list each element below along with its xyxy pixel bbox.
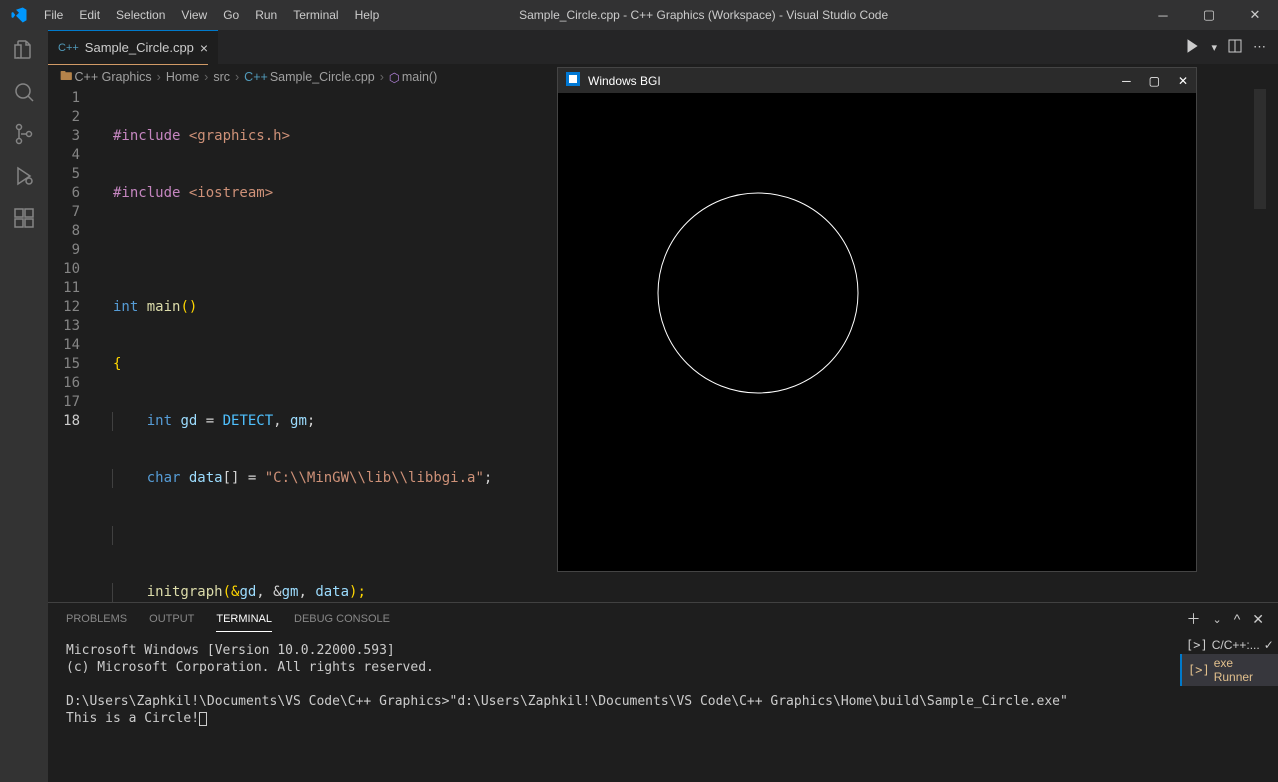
terminal-item-label: C/C++:...: [1212, 638, 1260, 652]
bgi-minimize-button[interactable]: ─: [1122, 74, 1131, 88]
function-icon: ⬡: [389, 70, 400, 85]
menu-selection[interactable]: Selection: [108, 8, 173, 22]
panel-maximize-icon[interactable]: ^: [1234, 611, 1241, 627]
run-play-icon[interactable]: [1183, 37, 1201, 58]
terminal-output[interactable]: Microsoft Windows [Version 10.0.22000.59…: [48, 636, 1278, 733]
window-close-button[interactable]: ✕: [1232, 0, 1278, 30]
tab-close-icon[interactable]: ×: [200, 40, 208, 56]
terminal-item-label: exe Runner: [1214, 656, 1272, 684]
panel-tabs: PROBLEMS OUTPUT TERMINAL DEBUG CONSOLE ＋…: [48, 603, 1278, 636]
breadcrumb-item[interactable]: C++ Graphics: [75, 70, 152, 84]
extensions-icon[interactable]: [12, 206, 36, 230]
cpp-file-icon: C++: [244, 70, 268, 84]
drawn-circle: [658, 193, 858, 393]
terminal-dropdown-icon[interactable]: ⌄: [1212, 613, 1221, 626]
folder-icon: 🖿: [60, 67, 73, 88]
terminal-item-cpp[interactable]: [>] C/C++:... ✓: [1180, 636, 1278, 654]
tab-sample-circle[interactable]: C++ Sample_Circle.cpp ×: [48, 30, 218, 64]
search-icon[interactable]: [12, 80, 36, 104]
explorer-icon[interactable]: [12, 38, 36, 62]
menu-edit[interactable]: Edit: [71, 8, 108, 22]
terminal-shell-icon: [>]: [1188, 663, 1210, 677]
bottom-panel: PROBLEMS OUTPUT TERMINAL DEBUG CONSOLE ＋…: [48, 602, 1278, 782]
activity-bar: [0, 30, 48, 782]
bgi-maximize-button[interactable]: ▢: [1149, 74, 1160, 88]
line-numbers: 123456789101112131415161718: [48, 89, 98, 431]
breadcrumb-item[interactable]: main(): [402, 70, 437, 84]
more-actions-icon[interactable]: ⋯: [1253, 39, 1266, 55]
menu-view[interactable]: View: [173, 8, 215, 22]
run-debug-icon[interactable]: [12, 164, 36, 188]
minimap-slider[interactable]: [1254, 89, 1266, 209]
check-icon: ✓: [1264, 638, 1274, 652]
breadcrumb-item[interactable]: Home: [166, 70, 199, 84]
bgi-app-icon: [566, 72, 580, 89]
bgi-window[interactable]: Windows BGI ─ ▢ ✕: [557, 67, 1197, 572]
terminal-item-exe-runner[interactable]: [>] exe Runner: [1180, 654, 1278, 686]
cpp-file-icon: C++: [58, 42, 79, 54]
titlebar: File Edit Selection View Go Run Terminal…: [0, 0, 1278, 30]
menu-file[interactable]: File: [36, 8, 71, 22]
bgi-titlebar[interactable]: Windows BGI ─ ▢ ✕: [558, 68, 1196, 93]
editor-tabs: C++ Sample_Circle.cpp × ▾ ⋯: [48, 30, 1278, 65]
breadcrumb-item[interactable]: Sample_Circle.cpp: [270, 70, 375, 84]
tab-label: Sample_Circle.cpp: [85, 40, 194, 55]
tab-output[interactable]: OUTPUT: [149, 613, 194, 625]
terminal-list: [>] C/C++:... ✓ [>] exe Runner: [1180, 636, 1278, 686]
tab-problems[interactable]: PROBLEMS: [66, 613, 127, 625]
bgi-close-button[interactable]: ✕: [1178, 74, 1188, 88]
minimap[interactable]: [1258, 89, 1266, 429]
window-maximize-button[interactable]: ▢: [1186, 0, 1232, 30]
window-minimize-button[interactable]: ─: [1140, 0, 1186, 30]
run-dropdown-icon[interactable]: ▾: [1211, 41, 1217, 54]
menu-go[interactable]: Go: [215, 8, 247, 22]
tab-debug-console[interactable]: DEBUG CONSOLE: [294, 613, 390, 625]
terminal-shell-icon: [>]: [1186, 638, 1208, 652]
terminal-cursor: [199, 712, 207, 726]
new-terminal-icon[interactable]: ＋: [1186, 609, 1200, 629]
split-editor-icon[interactable]: [1227, 38, 1243, 57]
breadcrumbs[interactable]: 🖿 C++ Graphics › Home › src › C++ Sample…: [60, 65, 437, 89]
bgi-title-label: Windows BGI: [588, 74, 661, 88]
source-control-icon[interactable]: [12, 122, 36, 146]
vscode-logo-icon: [10, 6, 28, 24]
bgi-canvas: [558, 93, 1196, 571]
panel-close-icon[interactable]: ✕: [1252, 611, 1264, 628]
window-title: Sample_Circle.cpp - C++ Graphics (Worksp…: [267, 8, 1140, 22]
breadcrumb-item[interactable]: src: [213, 70, 230, 84]
tab-terminal[interactable]: TERMINAL: [216, 613, 272, 632]
